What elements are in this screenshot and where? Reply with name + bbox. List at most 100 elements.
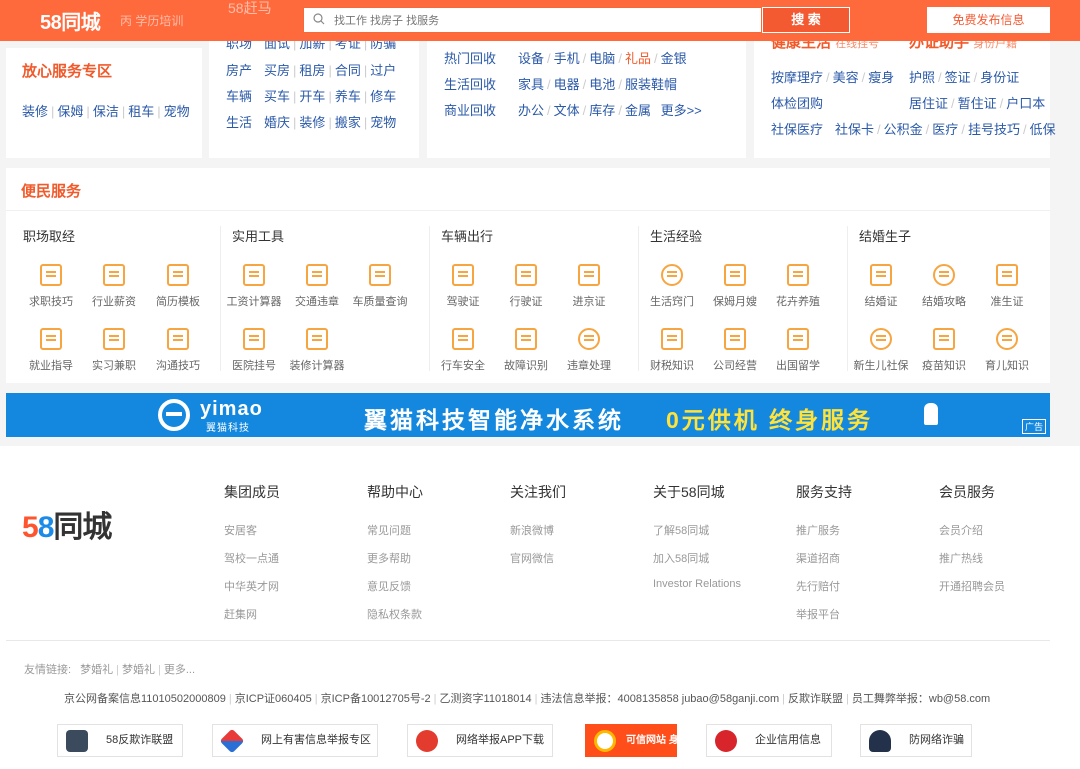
link-item[interactable]: 家具 xyxy=(518,77,544,92)
search-button[interactable]: 搜 索 xyxy=(762,7,850,33)
footer-link[interactable]: 开通招聘会员 xyxy=(939,578,1079,594)
link-item[interactable]: 金属 xyxy=(625,103,651,118)
row-lead[interactable]: 生活 xyxy=(226,115,252,130)
service-item[interactable]: 求职技巧 xyxy=(18,264,84,309)
service-item[interactable]: 装修计算器 xyxy=(284,328,350,373)
badge-credit-info[interactable]: 企业信用信息 xyxy=(706,724,832,757)
link-item[interactable]: 买车 xyxy=(264,89,290,104)
beian-item[interactable]: 京ICP备10012705号-2 xyxy=(321,693,431,705)
service-item[interactable]: 行驶证 xyxy=(493,264,559,309)
link-item[interactable]: 养车 xyxy=(335,89,361,104)
link-item[interactable]: 设备 xyxy=(518,51,544,66)
service-item[interactable]: 故障识别 xyxy=(493,328,559,373)
link-item[interactable]: 礼品 xyxy=(625,51,651,66)
badge-harmful-info[interactable]: 网上有害信息举报专区 xyxy=(212,724,378,757)
service-item[interactable]: 行车安全 xyxy=(430,328,496,373)
link-item[interactable]: 服装鞋帽 xyxy=(625,77,677,92)
link-item[interactable]: 婚庆 xyxy=(264,115,290,130)
footer-link[interactable]: 安居客 xyxy=(224,522,364,538)
friend-link[interactable]: 更多... xyxy=(164,664,195,676)
service-item[interactable]: 车质量查询 xyxy=(347,264,413,309)
footer-link[interactable]: 官网微信 xyxy=(510,550,650,566)
footer-link[interactable]: 推广服务 xyxy=(796,522,936,538)
beian-item[interactable]: 违法信息举报：4008135858 jubao@58ganji.com xyxy=(541,693,780,705)
service-item[interactable]: 疫苗知识 xyxy=(911,328,977,373)
footer-link[interactable]: 隐私权条款 xyxy=(367,606,507,622)
link-item[interactable]: 美容 xyxy=(833,70,859,85)
link-item[interactable]: 搬家 xyxy=(335,115,361,130)
footer-link[interactable]: 加入58同城 xyxy=(653,550,793,566)
ad-banner[interactable]: yimao 翼猫科技 翼猫科技智能净水系统 0元供机 终身服务 广告 xyxy=(6,393,1050,437)
link-item[interactable]: 装修 xyxy=(22,104,48,119)
link-item[interactable]: 装修 xyxy=(299,115,325,130)
footer-link[interactable]: 新浪微博 xyxy=(510,522,650,538)
link-item[interactable]: 办公 xyxy=(518,103,544,118)
service-item[interactable]: 结婚证 xyxy=(848,264,914,309)
beian-item[interactable]: 员工舞弊举报：wb@58.com xyxy=(852,693,990,705)
service-item[interactable]: 就业指导 xyxy=(18,328,84,373)
footer-link[interactable]: 推广热线 xyxy=(939,550,1079,566)
beian-item[interactable]: 京ICP证060405 xyxy=(235,693,312,705)
footer-link[interactable]: 渠道招商 xyxy=(796,550,936,566)
service-item[interactable]: 公司经营 xyxy=(702,328,768,373)
link-item[interactable]: 身份证 xyxy=(980,70,1019,85)
row-lead[interactable]: 车辆 xyxy=(226,89,252,104)
link-item[interactable]: 合同 xyxy=(335,63,361,78)
service-item[interactable]: 交通违章 xyxy=(284,264,350,309)
link-item[interactable]: 文体 xyxy=(554,103,580,118)
footer-link[interactable]: 驾校一点通 xyxy=(224,550,364,566)
link-item[interactable]: 体检团购 xyxy=(771,96,823,111)
row-lead[interactable]: 热门回收 xyxy=(444,51,496,66)
link-item[interactable]: 修车 xyxy=(370,89,396,104)
service-item[interactable]: 花卉养殖 xyxy=(765,264,831,309)
link-item[interactable]: 签证 xyxy=(945,70,971,85)
link-item[interactable]: 宠物 xyxy=(370,115,396,130)
friend-link[interactable]: 梦婚礼 xyxy=(80,664,113,676)
service-item[interactable]: 医院挂号 xyxy=(221,328,287,373)
row-lead[interactable]: 房产 xyxy=(226,63,252,78)
link-item[interactable]: 按摩理疗 xyxy=(771,70,823,85)
link-item[interactable]: 电池 xyxy=(589,77,615,92)
badge-anti-scam[interactable]: 防网络诈骗 xyxy=(860,724,972,757)
link-item[interactable]: 护照 xyxy=(909,70,935,85)
beian-item[interactable]: 反欺诈联盟 xyxy=(788,693,843,705)
footer-link[interactable]: 中华英才网 xyxy=(224,578,364,594)
link-item[interactable]: 户口本 xyxy=(1006,96,1045,111)
footer-link[interactable]: 常见问题 xyxy=(367,522,507,538)
link-item[interactable]: 库存 xyxy=(589,103,615,118)
link-item[interactable]: 电脑 xyxy=(589,51,615,66)
service-item[interactable]: 进京证 xyxy=(556,264,622,309)
service-item[interactable]: 财税知识 xyxy=(639,328,705,373)
link-item[interactable]: 社保卡 xyxy=(835,122,874,137)
footer-link[interactable]: 了解58同城 xyxy=(653,522,793,538)
service-item[interactable]: 实习兼职 xyxy=(81,328,147,373)
badge-anti-fraud[interactable]: 58反欺诈联盟 xyxy=(57,724,183,757)
footer-logo[interactable]: 58同城 xyxy=(22,502,112,546)
footer-link[interactable]: Investor Relations xyxy=(653,578,793,590)
service-item[interactable]: 简历模板 xyxy=(145,264,211,309)
service-item[interactable]: 工资计算器 xyxy=(221,264,287,309)
footer-link[interactable]: 赶集网 xyxy=(224,606,364,622)
link-item[interactable]: 金银 xyxy=(661,51,687,66)
badge-trusted-site[interactable]: 可信网站 身份验证 xyxy=(585,724,709,757)
link-item[interactable]: 医疗 xyxy=(932,122,958,137)
footer-link[interactable]: 意见反馈 xyxy=(367,578,507,594)
publish-button[interactable]: 免费发布信息 xyxy=(927,7,1050,33)
link-item[interactable]: 过户 xyxy=(370,63,396,78)
search-input[interactable] xyxy=(334,12,754,29)
footer-link[interactable]: 会员介绍 xyxy=(939,522,1079,538)
link-item[interactable]: 开车 xyxy=(299,89,325,104)
link-item[interactable]: 手机 xyxy=(554,51,580,66)
badge-report-app[interactable]: 网络举报APP下载 xyxy=(407,724,553,757)
service-item[interactable]: 准生证 xyxy=(974,264,1040,309)
search-box[interactable] xyxy=(303,7,762,33)
more-link[interactable]: 更多>> xyxy=(661,103,702,118)
link-item[interactable]: 宠物 xyxy=(164,104,190,119)
link-item[interactable]: 社保医疗 xyxy=(771,122,823,137)
link-item[interactable]: 买房 xyxy=(264,63,290,78)
service-item[interactable]: 新生儿社保 xyxy=(848,328,914,373)
row-lead[interactable]: 生活回收 xyxy=(444,77,496,92)
beian-item[interactable]: 京公网备案信息11010502000809 xyxy=(64,693,226,705)
service-item[interactable]: 育儿知识 xyxy=(974,328,1040,373)
service-item[interactable]: 行业薪资 xyxy=(81,264,147,309)
